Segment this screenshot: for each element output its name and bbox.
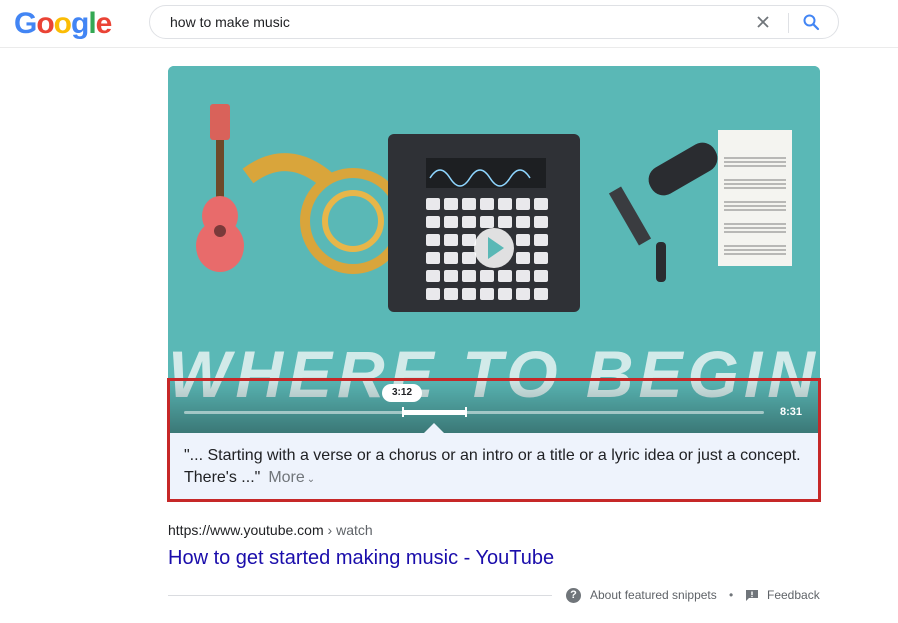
header-bar: Google xyxy=(0,0,898,48)
footer-separator: • xyxy=(729,588,734,602)
logo-letter: o xyxy=(36,7,54,40)
result-title-link[interactable]: How to get started making music - YouTub… xyxy=(168,547,554,570)
logo-letter: l xyxy=(88,7,96,40)
feedback-icon[interactable] xyxy=(746,590,758,601)
logo-letter: o xyxy=(53,7,72,40)
play-icon xyxy=(474,228,514,268)
about-featured-snippets-link[interactable]: About featured snippets xyxy=(590,588,717,603)
logo-letter: e xyxy=(95,7,113,40)
result-url[interactable]: https://www.youtube.com › watch xyxy=(168,522,373,538)
highlight-frame xyxy=(167,378,821,502)
help-icon[interactable]: ? xyxy=(566,588,581,603)
logo-letter: G xyxy=(14,7,37,40)
result-url-domain: https://www.youtube.com xyxy=(168,522,324,538)
google-logo[interactable]: Google xyxy=(14,6,113,42)
search-icon[interactable] xyxy=(802,13,820,31)
feedback-link[interactable]: Feedback xyxy=(767,588,820,603)
logo-letter: g xyxy=(71,7,89,40)
search-box xyxy=(149,5,839,39)
sheet-music-illustration xyxy=(718,130,792,266)
footer-divider xyxy=(168,595,552,596)
search-input[interactable] xyxy=(170,6,730,38)
result-url-path: › watch xyxy=(323,522,373,538)
search-divider xyxy=(788,13,789,33)
clear-icon[interactable] xyxy=(754,13,772,31)
controller-illustration xyxy=(388,134,580,312)
